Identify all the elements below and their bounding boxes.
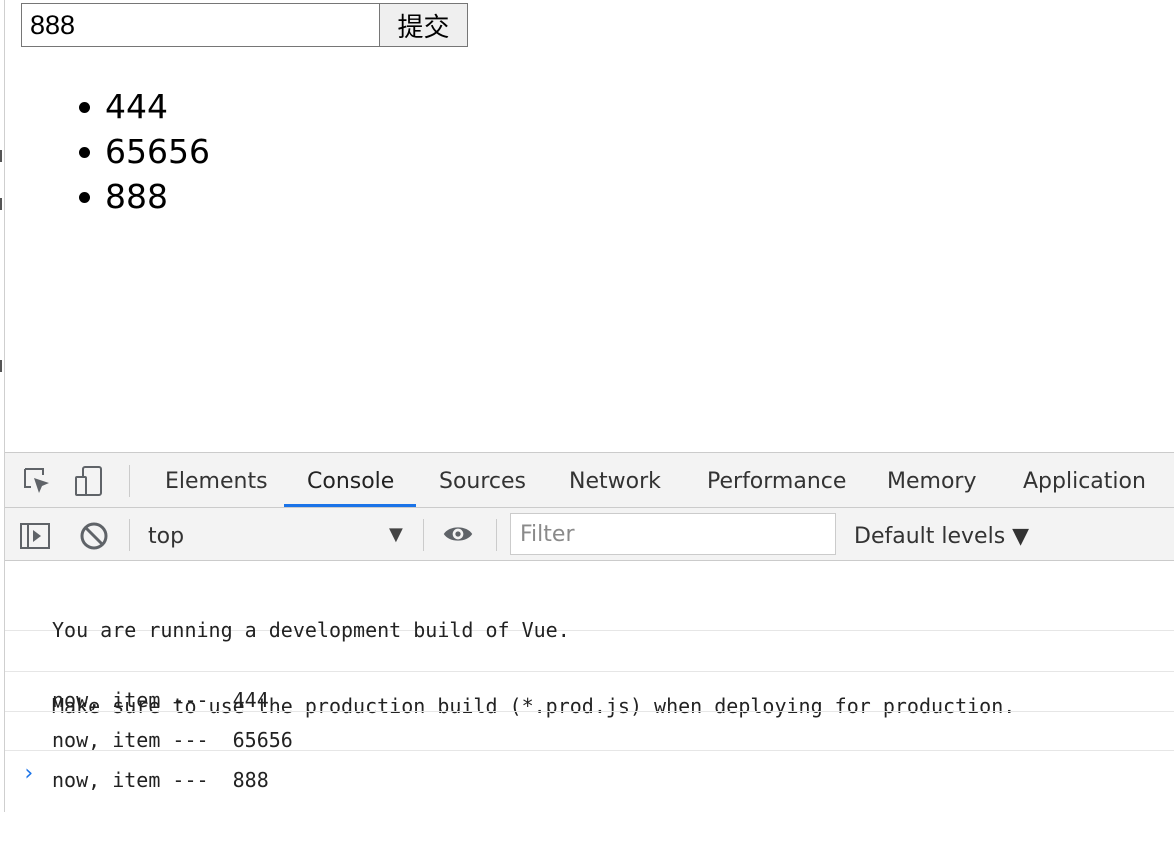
edge-mark [0, 198, 4, 210]
sidebar-toggle-icon[interactable] [19, 520, 51, 552]
tab-console[interactable]: Console [307, 453, 394, 508]
clear-console-icon[interactable] [78, 520, 110, 552]
toolbar-divider [129, 519, 130, 551]
console-prompt-icon[interactable]: › [22, 761, 35, 786]
active-tab-indicator [284, 504, 416, 507]
console-toolbar: top ▼ Default levels ▼ [5, 508, 1174, 561]
filter-input[interactable] [510, 513, 836, 555]
dropdown-arrow-icon: ▼ [389, 524, 403, 545]
console-message: now, item --- 444 [5, 632, 1174, 712]
devtools-tabbar: Elements Console Sources Network Perform… [5, 453, 1174, 508]
tab-network[interactable]: Network [569, 453, 661, 508]
eye-icon[interactable] [442, 518, 474, 550]
devtools-panel: Elements Console Sources Network Perform… [5, 452, 1174, 813]
tab-memory[interactable]: Memory [887, 453, 976, 508]
inspect-element-icon[interactable] [21, 465, 53, 497]
context-select[interactable]: top [148, 508, 416, 560]
edge-mark [0, 360, 4, 372]
item-list: 444 65656 888 [79, 84, 210, 219]
edge-mark [0, 150, 4, 162]
console-message: You are running a development build of V… [5, 561, 1174, 718]
console-message: now, item --- 888 [5, 712, 1174, 792]
tab-performance[interactable]: Performance [707, 453, 846, 508]
console-message: now, item --- 65656 [5, 672, 1174, 752]
list-item: 888 [79, 174, 210, 219]
tab-application[interactable]: Application [1023, 453, 1146, 508]
toolbar-divider [496, 519, 497, 551]
page-viewport: 提交 444 65656 888 [5, 0, 1174, 452]
submit-button[interactable]: 提交 [379, 3, 468, 47]
list-item: 65656 [79, 129, 210, 174]
context-value: top [148, 524, 185, 549]
tab-elements[interactable]: Elements [165, 453, 268, 508]
item-input[interactable] [21, 3, 380, 47]
console-output: You are running a development build of V… [5, 561, 1174, 813]
console-message-line: now, item --- 888 [52, 768, 269, 792]
toolbar-divider [423, 519, 424, 551]
log-levels-dropdown[interactable]: Default levels ▼ [854, 508, 1029, 560]
toolbar-divider [129, 465, 130, 497]
device-toolbar-icon[interactable] [73, 465, 105, 497]
list-item: 444 [79, 84, 210, 129]
tab-sources[interactable]: Sources [439, 453, 526, 508]
